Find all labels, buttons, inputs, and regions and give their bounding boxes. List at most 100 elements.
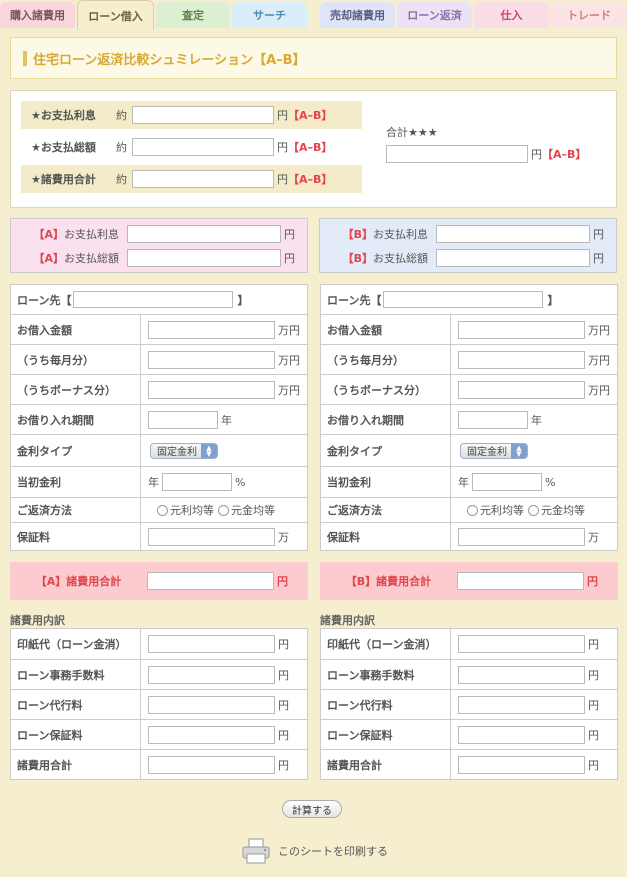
guarantee-fee-input-b[interactable] <box>458 725 585 744</box>
bonus-input-b[interactable] <box>458 380 585 399</box>
row-value: 元利均等 元金均等 <box>142 498 307 522</box>
table-row: ローン事務手数料 円 <box>321 659 617 689</box>
row-unit: 年 <box>531 413 542 427</box>
guarantee-input-b[interactable] <box>458 527 585 546</box>
row-label: （うちボーナス分） <box>11 375 141 404</box>
tab-purchase-costs[interactable]: 購入諸費用 <box>0 2 75 28</box>
stamp-fee-input-a[interactable] <box>148 635 275 653</box>
table-row: 諸費用合計 円 <box>11 749 307 779</box>
row-label: 印紙代（ローン金消） <box>321 629 451 659</box>
guarantee-fee-input-a[interactable] <box>148 725 275 744</box>
tab-search[interactable]: サーチ <box>232 2 307 28</box>
costs-total-a-input[interactable] <box>147 572 274 590</box>
compare-tag: 【B】 <box>342 228 373 241</box>
admin-fee-input-a[interactable] <box>148 665 275 684</box>
summary-total-input[interactable] <box>386 145 528 163</box>
table-row: ローン代行料 円 <box>321 689 617 719</box>
summary-interest-input[interactable] <box>132 106 274 124</box>
borrow-amount-input-a[interactable] <box>148 320 275 339</box>
costs-total-b: 【B】諸費用合計 円 <box>320 562 618 600</box>
row-unit: % <box>235 475 246 489</box>
admin-fee-input-b[interactable] <box>458 665 585 684</box>
compare-tag: 【B】 <box>342 252 373 265</box>
borrow-amount-input-b[interactable] <box>458 320 585 339</box>
initial-rate-input-b[interactable] <box>472 473 542 491</box>
radio-equal-principal-a[interactable] <box>218 504 229 516</box>
compare-b-interest-input[interactable] <box>436 225 590 243</box>
bonus-input-a[interactable] <box>148 380 275 399</box>
period-input-b[interactable] <box>458 410 528 429</box>
table-row: ローン先【 】 <box>11 285 307 314</box>
page-title: 住宅ローン返済比較シュミレーション【A–B】 <box>33 52 306 68</box>
row-unit: 円 <box>278 638 289 651</box>
row-value: 万円 <box>452 315 617 344</box>
summary-total-payment-input[interactable] <box>132 138 274 156</box>
monthly-input-a[interactable] <box>148 350 275 369</box>
costs-total-b-label: 【B】諸費用合計 <box>345 575 432 588</box>
row-label: ご返済方法 <box>321 498 451 522</box>
period-input-a[interactable] <box>148 410 218 429</box>
tab-trade[interactable]: トレード <box>551 2 627 28</box>
table-row: お借入金額 万円 <box>11 314 307 344</box>
guarantee-input-a[interactable] <box>148 527 275 546</box>
lender-input-b[interactable] <box>383 291 544 308</box>
radio-equal-payment-a[interactable] <box>157 504 168 516</box>
row-unit: 円 <box>278 668 289 682</box>
row-label: ローン事務手数料 <box>321 660 451 689</box>
compare-b-total-input[interactable] <box>436 249 590 267</box>
radio-equal-principal-b[interactable] <box>528 504 539 516</box>
costs-total-b-input[interactable] <box>457 572 584 590</box>
compare-a-interest-input[interactable] <box>127 225 281 243</box>
stamp-fee-input-b[interactable] <box>458 635 585 653</box>
row-value: 万 <box>452 523 617 550</box>
loan-table-b: ローン先【 】 お借入金額 万円 （うち毎月分） 万円 （うちボーナス分） 万円… <box>320 284 618 551</box>
costs-sum-input-b[interactable] <box>458 755 585 774</box>
summary-costs-input[interactable] <box>132 170 274 188</box>
print-sheet-link[interactable]: このシートを印刷する <box>242 838 388 864</box>
agency-fee-input-b[interactable] <box>458 695 585 714</box>
tab-procurement[interactable]: 仕入 <box>474 2 549 28</box>
summary-unit: 円 <box>277 109 288 122</box>
row-unit: 万 <box>278 530 289 544</box>
compare-a-total-input[interactable] <box>127 249 281 267</box>
lender-input-a[interactable] <box>73 291 234 308</box>
lender-label: ローン先【 <box>327 293 382 307</box>
table-row: （うちボーナス分） 万円 <box>11 374 307 404</box>
tab-loan-borrowing[interactable]: ローン借入 <box>77 0 154 30</box>
row-value: 万円 <box>142 345 307 374</box>
costs-sum-input-a[interactable] <box>148 755 275 774</box>
tab-loan-repayment[interactable]: ローン返済 <box>397 2 472 28</box>
row-label: ローン代行料 <box>11 690 141 719</box>
compare-b-interest-row: 【B】お支払利息 円 <box>320 222 616 246</box>
summary-total-unit: 円 <box>531 148 542 161</box>
costs-table-b: 印紙代（ローン金消）円 ローン事務手数料円 ローン代行料円 ローン保証料円 諸費… <box>320 628 618 780</box>
initial-rate-input-a[interactable] <box>162 473 232 491</box>
summary-label: ★諸費用合計 <box>31 173 96 186</box>
radio-equal-payment-b[interactable] <box>467 504 478 516</box>
table-row: ローン代行料 円 <box>11 689 307 719</box>
lender-label: ローン先【 <box>17 293 72 307</box>
row-value: 円 <box>142 660 307 689</box>
lender-close: 】 <box>547 293 559 307</box>
rate-type-select-a[interactable]: 固定金利 ▲ ▼ <box>150 442 218 459</box>
costs-total-unit: 円 <box>277 575 288 588</box>
row-value: 円 <box>452 660 617 689</box>
row-label: （うち毎月分） <box>321 345 451 374</box>
calculate-button[interactable]: 計算する <box>282 800 342 818</box>
row-value: 年% <box>142 467 307 497</box>
row-label: 当初金利 <box>321 467 451 497</box>
summary-panel: ★お支払利息 約 円 【A–B】 ★お支払総額 約 円 【A–B】 ★諸費用合計… <box>10 90 617 208</box>
summary-tag: 【A–B】 <box>288 109 333 122</box>
rate-type-select-b[interactable]: 固定金利 ▲ ▼ <box>460 442 528 459</box>
compare-tag: 【A】 <box>33 252 64 265</box>
row-value: 元利均等 元金均等 <box>452 498 617 522</box>
monthly-input-b[interactable] <box>458 350 585 369</box>
agency-fee-input-a[interactable] <box>148 695 275 714</box>
table-row: 保証料 万 <box>321 522 617 550</box>
row-unit: 円 <box>278 728 289 742</box>
tab-sale-costs[interactable]: 売却諸費用 <box>320 2 395 28</box>
compare-label: 【A】お支払総額 <box>11 250 127 266</box>
summary-total-row: 円 【A–B】 <box>386 145 586 163</box>
tab-appraisal[interactable]: 査定 <box>156 2 230 28</box>
summary-unit: 円 <box>277 141 288 154</box>
